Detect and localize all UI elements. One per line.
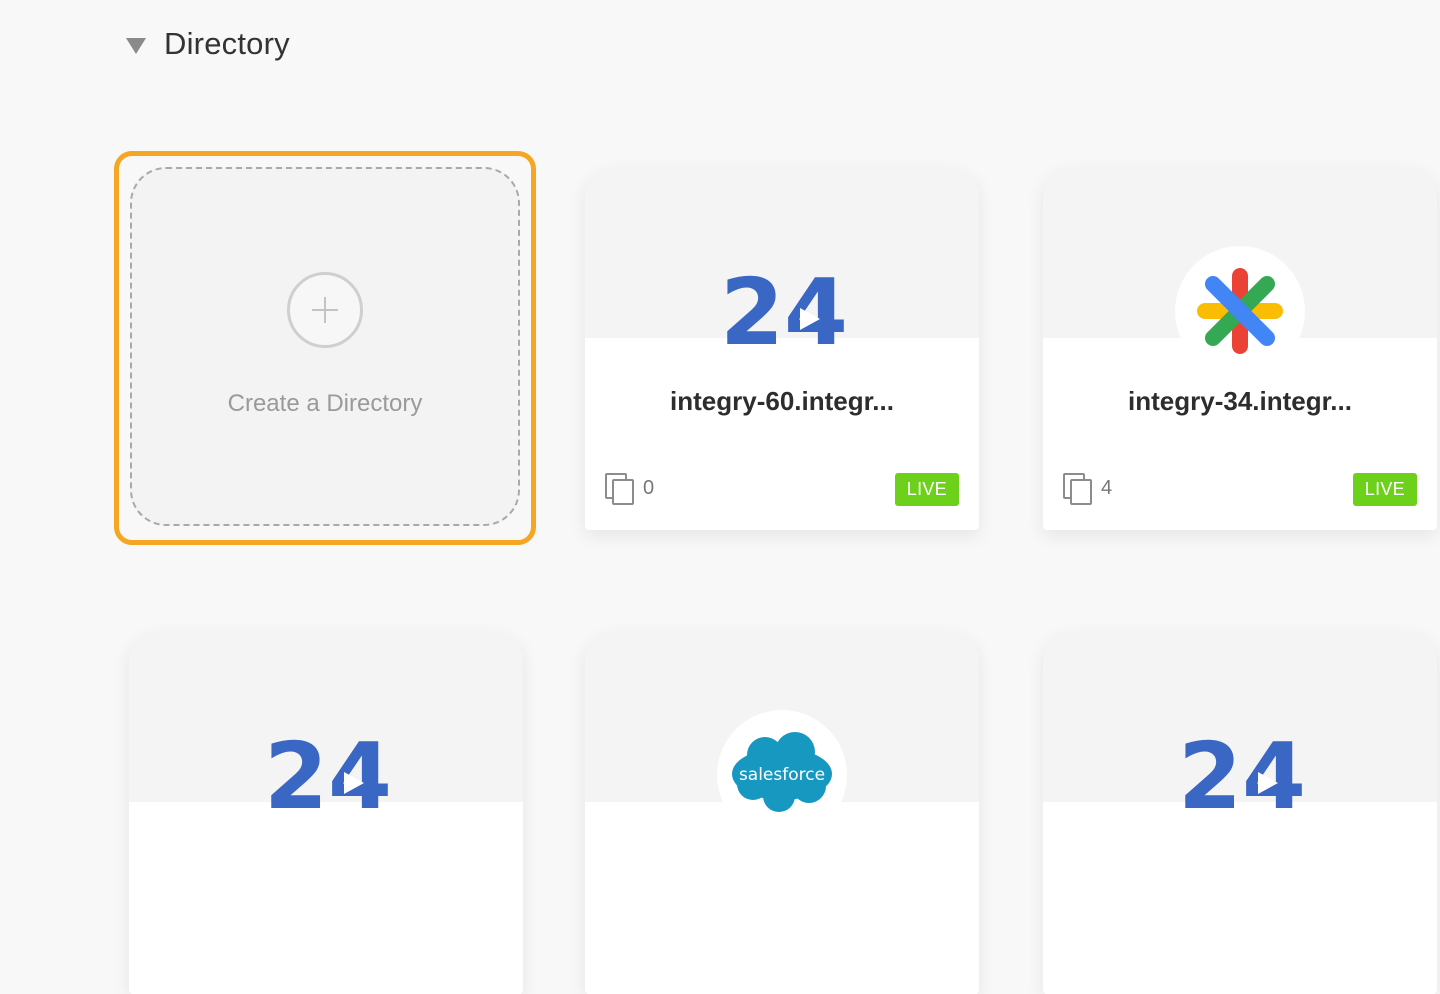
collapse-caret-icon[interactable] (126, 38, 146, 54)
directory-count: 0 (605, 473, 655, 505)
directory-card[interactable]: 24 (129, 632, 523, 994)
count-value: 0 (643, 476, 655, 499)
24-logo-icon: 24 (720, 268, 844, 344)
logo-text: 24 (720, 268, 844, 344)
directory-name[interactable]: integry-60.integr... (585, 386, 979, 417)
count-value: 4 (1101, 476, 1113, 499)
logo-circle (1175, 246, 1305, 376)
plus-icon (287, 272, 363, 348)
directory-card[interactable]: integry-34.integr... 4 LIVE (1043, 168, 1437, 530)
directory-count: 4 (1063, 473, 1113, 505)
create-directory-label: Create a Directory (227, 390, 423, 417)
directory-name[interactable]: integry-34.integr... (1043, 386, 1437, 417)
directory-card[interactable]: 24 (1043, 632, 1437, 994)
create-directory-dropzone[interactable]: Create a Directory (130, 167, 520, 526)
create-directory-card[interactable]: Create a Directory (114, 151, 536, 545)
directory-card[interactable]: salesforce (585, 632, 979, 994)
google-chat-logo-icon (1197, 268, 1283, 354)
directory-section-header[interactable]: Directory (126, 26, 290, 62)
24-logo-icon: 24 (1178, 732, 1302, 808)
section-title: Directory (164, 26, 290, 61)
salesforce-text: salesforce (739, 765, 825, 785)
pages-icon (1063, 473, 1092, 505)
status-badge: LIVE (894, 473, 959, 506)
directory-card[interactable]: 24 integry-60.integr... 0 LIVE (585, 168, 979, 530)
24-logo-icon: 24 (264, 732, 388, 808)
status-badge: LIVE (1352, 473, 1417, 506)
logo-text: 24 (264, 732, 388, 808)
pages-icon (605, 473, 634, 505)
logo-text: 24 (1178, 732, 1302, 808)
